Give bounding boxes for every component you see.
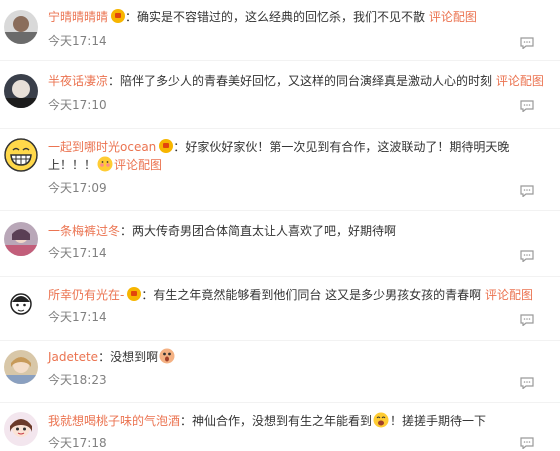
timestamp: 今天17:10 bbox=[48, 98, 107, 112]
reply-icon[interactable] bbox=[520, 377, 534, 389]
timestamp: 今天18:23 bbox=[48, 373, 107, 387]
comment-item: Jadetete：没想到啊 今天18:23 bbox=[0, 342, 560, 404]
surprised-emoji-icon bbox=[159, 348, 175, 364]
reply-icon[interactable] bbox=[520, 314, 534, 326]
colon: ： bbox=[173, 140, 186, 154]
comment-image-link[interactable]: 评论配图 bbox=[114, 158, 162, 172]
divider bbox=[0, 60, 560, 61]
comment-text: 陪伴了多少人的青春美好回忆，又这样的同台演绎真是激动人心的时刻 bbox=[120, 74, 493, 88]
comment-text: 有生之年竟然能够看到他们同台 这又是多少男孩女孩的青春啊 bbox=[153, 288, 482, 302]
timestamp: 今天17:14 bbox=[48, 310, 107, 324]
comment-image-link[interactable]: 评论配图 bbox=[429, 10, 477, 24]
colon: ： bbox=[98, 350, 111, 364]
timestamp: 今天17:09 bbox=[48, 181, 107, 195]
vip-badge-icon bbox=[127, 287, 142, 301]
username-link[interactable]: 半夜话凄凉 bbox=[48, 74, 108, 88]
reply-icon[interactable] bbox=[520, 437, 534, 449]
avatar[interactable] bbox=[4, 74, 38, 108]
reply-icon[interactable] bbox=[520, 100, 534, 112]
colon: ： bbox=[125, 10, 138, 24]
avatar[interactable] bbox=[4, 412, 38, 446]
username-link[interactable]: 我就想喝桃子味的气泡酒 bbox=[48, 414, 180, 428]
colon: ： bbox=[141, 288, 154, 302]
colon: ： bbox=[108, 74, 121, 88]
reply-icon[interactable] bbox=[520, 37, 534, 49]
comment-text: 确实是不容错过的，这么经典的回忆杀，我们不见不散 bbox=[137, 10, 426, 24]
colon: ： bbox=[180, 414, 193, 428]
username-link[interactable]: 宁晴晴晴晴 bbox=[48, 10, 108, 24]
comment-item: 半夜话凄凉：陪伴了多少人的青春美好回忆，又这样的同台演绎真是激动人心的时刻 评论… bbox=[0, 64, 560, 130]
divider bbox=[0, 128, 560, 129]
vip-badge-icon bbox=[159, 139, 174, 153]
username-link[interactable]: 一条梅裤过冬 bbox=[48, 224, 120, 238]
vip-badge-icon bbox=[111, 9, 126, 23]
comment-text-tail: ！搓搓手期待一下 bbox=[390, 414, 487, 428]
username-link[interactable]: Jadetete bbox=[48, 350, 98, 364]
shy-emoji-icon bbox=[97, 156, 113, 172]
reply-icon[interactable] bbox=[520, 185, 534, 197]
comment-text: 没想到啊 bbox=[110, 350, 159, 364]
comment-image-link[interactable]: 评论配图 bbox=[496, 74, 544, 88]
comment-item: 所幸仍有光在- ：有生之年竟然能够看到他们同台 这又是多少男孩女孩的青春啊 评论配… bbox=[0, 278, 560, 342]
comment-text: 神仙合作，没想到有生之年能看到 bbox=[192, 414, 373, 428]
avatar[interactable] bbox=[4, 222, 38, 256]
avatar[interactable] bbox=[4, 10, 38, 44]
reply-icon[interactable] bbox=[520, 250, 534, 262]
avatar[interactable] bbox=[4, 138, 38, 172]
divider bbox=[0, 276, 560, 277]
comment-item: 宁晴晴晴晴 ：确实是不容错过的，这么经典的回忆杀，我们不见不散 评论配图 今天17… bbox=[0, 0, 560, 64]
username-link[interactable]: 所幸仍有光在- bbox=[48, 288, 124, 302]
colon: ： bbox=[120, 224, 133, 238]
divider bbox=[0, 402, 560, 403]
username-link[interactable]: 一起到哪时光ocean bbox=[48, 140, 156, 154]
comment-list: 宁晴晴晴晴 ：确实是不容错过的，这么经典的回忆杀，我们不见不散 评论配图 今天17… bbox=[0, 0, 560, 451]
divider bbox=[0, 210, 560, 211]
comment-item: 一条梅裤过冬：两大传奇男团合体简直太让人喜欢了吧，好期待啊 今天17:14 bbox=[0, 214, 560, 278]
timestamp: 今天17:14 bbox=[48, 34, 107, 48]
timestamp: 今天17:14 bbox=[48, 246, 107, 260]
avatar[interactable] bbox=[4, 350, 38, 384]
laughing-emoji-icon bbox=[373, 412, 389, 428]
comment-image-link[interactable]: 评论配图 bbox=[485, 288, 533, 302]
comment-item: 一起到哪时光ocean ：好家伙好家伙！第一次见到有合作，这波联动了！期待明天晚上… bbox=[0, 130, 560, 214]
timestamp: 今天17:18 bbox=[48, 436, 107, 450]
comment-item: 我就想喝桃子味的气泡酒：神仙合作，没想到有生之年能看到 ！搓搓手期待一下 今天17… bbox=[0, 404, 560, 451]
divider bbox=[0, 340, 560, 341]
comment-text: 两大传奇男团合体简直太让人喜欢了吧，好期待啊 bbox=[132, 224, 397, 238]
avatar[interactable] bbox=[4, 288, 38, 322]
